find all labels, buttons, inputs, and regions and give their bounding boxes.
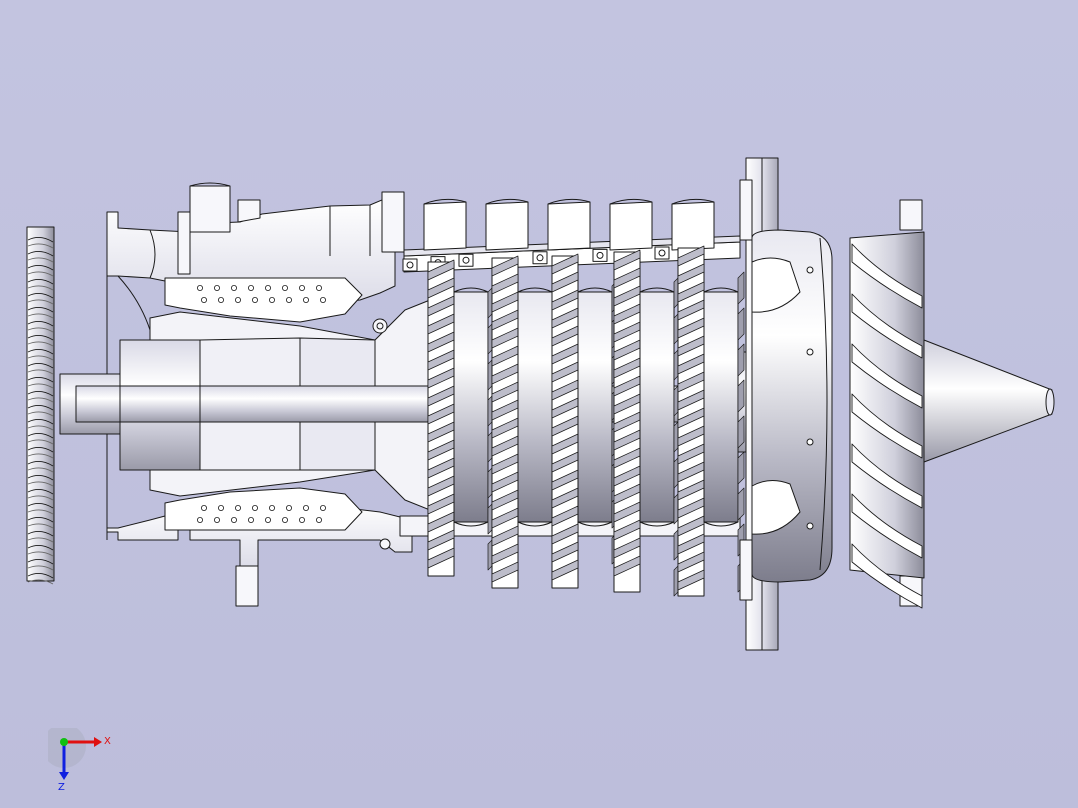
rotor-disk bbox=[639, 291, 675, 523]
stator-vane bbox=[737, 307, 745, 341]
compressor-stage bbox=[491, 255, 559, 589]
cooling-hole bbox=[213, 284, 220, 291]
housing-cooling-fin bbox=[547, 201, 591, 251]
bolt-hole bbox=[536, 254, 544, 262]
stator-vane bbox=[737, 343, 745, 377]
cooling-hole bbox=[264, 517, 271, 524]
cooling-hole bbox=[281, 517, 288, 524]
compressor-stage bbox=[613, 249, 681, 597]
y-axis-dot bbox=[60, 738, 68, 746]
cooling-hole bbox=[319, 296, 326, 303]
housing-cooling-fin bbox=[423, 201, 467, 251]
cooling-hole bbox=[298, 517, 305, 524]
housing-cooling-fin bbox=[671, 201, 715, 251]
bolt-hole bbox=[406, 261, 414, 269]
turbine-housing[interactable] bbox=[751, 229, 833, 583]
compressor-stages[interactable] bbox=[427, 245, 745, 597]
bolt-hole bbox=[462, 256, 470, 264]
cooling-hole bbox=[217, 296, 224, 303]
x-axis-label: X bbox=[104, 736, 111, 747]
cooling-hole bbox=[264, 284, 271, 291]
cooling-hole bbox=[200, 504, 207, 511]
bolt-hole bbox=[596, 251, 604, 259]
bolt-hole bbox=[658, 249, 666, 257]
graphics-viewport[interactable]: X Z bbox=[0, 0, 1078, 808]
cooling-hole bbox=[230, 517, 237, 524]
rotor-disk-edge bbox=[517, 287, 553, 293]
stator-vane bbox=[737, 415, 745, 449]
cooling-hole bbox=[302, 504, 309, 511]
stator-vane bbox=[737, 451, 745, 485]
cooling-hole bbox=[285, 504, 292, 511]
stator-vane bbox=[737, 379, 745, 413]
cooling-hole bbox=[302, 296, 309, 303]
rotor-disk bbox=[517, 291, 553, 523]
cooling-hole bbox=[268, 504, 275, 511]
cooling-hole bbox=[200, 296, 207, 303]
x-axis-arrow bbox=[94, 737, 102, 747]
rotor-disk bbox=[577, 291, 613, 523]
cooling-hole bbox=[234, 504, 241, 511]
cooling-hole bbox=[247, 284, 254, 291]
cooling-hole bbox=[234, 296, 241, 303]
z-axis-label: Z bbox=[58, 782, 65, 792]
cooling-hole bbox=[247, 517, 254, 524]
intake-fan-disc[interactable] bbox=[26, 226, 55, 585]
turbine-rotor[interactable] bbox=[849, 199, 1055, 609]
cooling-hole bbox=[298, 284, 305, 291]
cooling-hole bbox=[315, 284, 322, 291]
cooling-hole bbox=[319, 504, 326, 511]
cooling-hole bbox=[251, 296, 258, 303]
jet-engine-model[interactable] bbox=[0, 0, 1078, 808]
cooling-hole bbox=[251, 504, 258, 511]
cooling-hole bbox=[281, 284, 288, 291]
rotor-disk-edge bbox=[453, 287, 489, 293]
cooling-hole bbox=[196, 284, 203, 291]
cooling-hole bbox=[196, 517, 203, 524]
z-axis-arrow bbox=[59, 772, 69, 780]
rotor-disk bbox=[453, 291, 489, 523]
cooling-hole bbox=[217, 504, 224, 511]
triad-shadow bbox=[48, 728, 86, 768]
cooling-hole bbox=[285, 296, 292, 303]
stator-vane bbox=[737, 487, 745, 521]
cooling-hole bbox=[213, 517, 220, 524]
cooling-hole bbox=[230, 284, 237, 291]
rotor-disk-edge bbox=[639, 287, 675, 293]
housing-cooling-fin bbox=[609, 201, 653, 251]
compressor-stage bbox=[551, 253, 619, 589]
cooling-hole bbox=[268, 296, 275, 303]
rotor-disk bbox=[703, 291, 739, 523]
housing-cooling-fin bbox=[485, 201, 529, 251]
cooling-hole bbox=[315, 517, 322, 524]
rotor-disk-edge bbox=[703, 287, 739, 293]
orientation-triad: X Z bbox=[48, 728, 111, 792]
rotor-disk-edge bbox=[577, 287, 613, 293]
compressor-stage bbox=[677, 245, 745, 597]
stator-vane bbox=[737, 271, 745, 305]
